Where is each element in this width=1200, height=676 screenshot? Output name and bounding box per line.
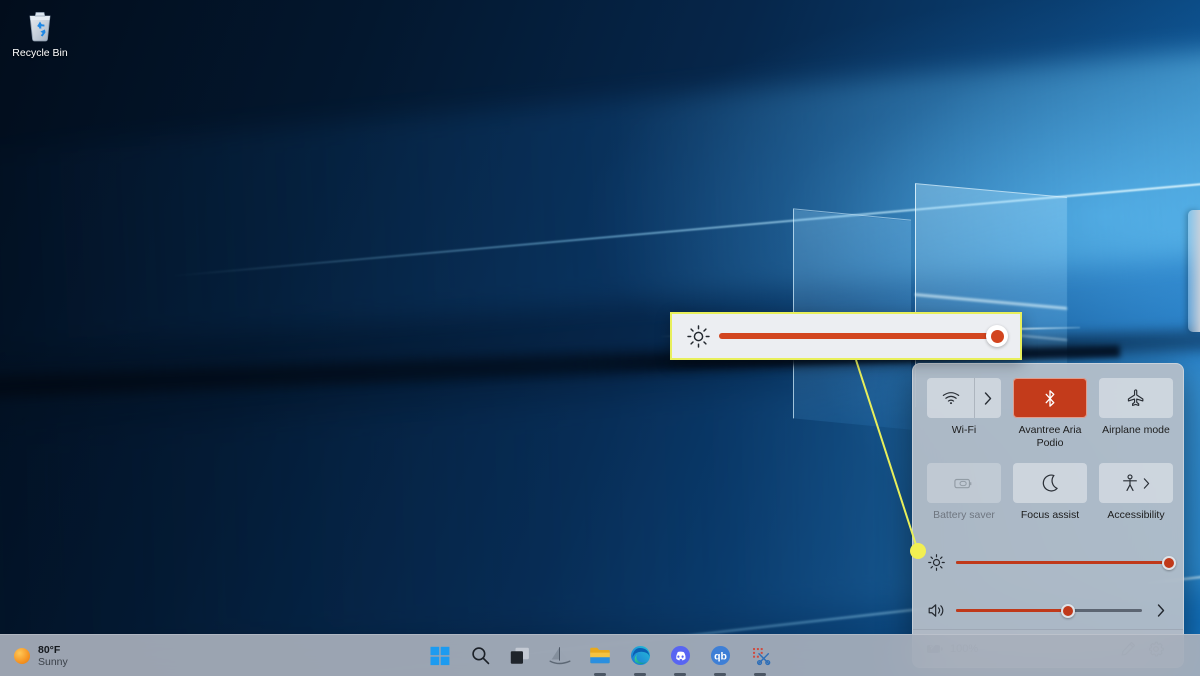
brightness-slider-magnified-callout [670, 312, 1022, 360]
chevron-right-icon [1143, 477, 1150, 489]
desktop-icon-recycle-bin[interactable]: Recycle Bin [4, 4, 76, 63]
volume-icon [927, 603, 945, 618]
brightness-slider-track[interactable] [956, 555, 1176, 570]
tile-accessibility: Accessibility [1099, 463, 1173, 522]
tile-bluetooth: Avantree Aria Podio [1013, 378, 1087, 449]
folder-icon [590, 647, 610, 664]
windows-logo-icon [430, 646, 450, 665]
desktop-icon-label: Recycle Bin [12, 47, 68, 59]
svg-text:qb: qb [714, 651, 727, 663]
airplane-icon [1127, 389, 1144, 406]
accessibility-tile-button[interactable] [1099, 463, 1173, 503]
focus-assist-tile-label: Focus assist [1020, 509, 1080, 521]
battery-saver-tile-button[interactable] [927, 463, 1001, 503]
wallpaper-beam-top-glow [0, 40, 1200, 357]
taskbar-microsoft-edge[interactable] [627, 643, 653, 676]
brightness-callout-fill [719, 333, 1006, 339]
discord-icon [670, 645, 690, 666]
taskbar-search-button[interactable] [467, 643, 493, 669]
sailboat-icon [549, 646, 571, 664]
running-indicator [674, 673, 686, 676]
tile-focus-assist: Focus assist [1013, 463, 1087, 522]
wifi-tile-button[interactable] [927, 378, 1001, 418]
brightness-slider-thumb[interactable] [1162, 555, 1176, 570]
bluetooth-icon [1045, 389, 1055, 407]
taskbar-app-icons: qb [0, 643, 1200, 676]
moon-icon [1042, 474, 1058, 492]
brightness-icon [927, 554, 945, 571]
snipping-tool-icon [752, 648, 770, 666]
tile-row-2: Battery saver Focus assist Accessibility [927, 463, 1173, 522]
running-indicator [754, 673, 766, 676]
qbittorrent-icon: qb [710, 645, 730, 666]
accessibility-icon [1123, 474, 1137, 492]
running-indicator [594, 673, 606, 676]
taskbar: 80°F Sunny qb [0, 634, 1200, 676]
chevron-right-icon [984, 391, 992, 405]
accessibility-tile-label: Accessibility [1107, 509, 1165, 521]
tile-battery-saver: Battery saver [927, 463, 1001, 522]
wifi-icon [942, 392, 959, 405]
search-icon [471, 647, 489, 665]
bluetooth-tile-label: Avantree Aria Podio [1018, 424, 1082, 449]
wallpaper-beam-top-edge [172, 179, 1200, 278]
airplane-mode-tile-button[interactable] [1099, 378, 1173, 418]
battery-saver-icon [954, 478, 972, 488]
taskbar-start-button[interactable] [427, 643, 453, 669]
wifi-toggle[interactable] [927, 378, 975, 418]
brightness-icon [685, 324, 711, 348]
volume-slider-track[interactable] [956, 603, 1142, 618]
battery-saver-tile-label: Battery saver [933, 509, 995, 521]
bluetooth-tile-button[interactable] [1013, 378, 1087, 418]
brightness-slider-row [927, 542, 1176, 584]
quick-settings-panel: Wi-Fi Avantree Aria Podio Airplane mode … [912, 363, 1184, 668]
taskbar-file-explorer[interactable] [587, 643, 613, 676]
taskbar-task-view-button[interactable] [507, 643, 533, 669]
recycle-bin-icon [22, 8, 58, 44]
volume-expand-button[interactable] [1153, 604, 1169, 617]
volume-slider-fill [956, 609, 1068, 612]
volume-slider-thumb[interactable] [1060, 603, 1075, 618]
tile-row-1: Wi-Fi Avantree Aria Podio Airplane mode [927, 378, 1173, 449]
brightness-callout-thumb[interactable] [986, 325, 1008, 347]
tile-airplane-mode: Airplane mode [1099, 378, 1173, 449]
quick-settings-tiles: Wi-Fi Avantree Aria Podio Airplane mode … [913, 364, 1183, 532]
taskbar-snipping-tool[interactable] [747, 643, 773, 676]
brightness-callout-track[interactable] [719, 325, 1008, 347]
volume-slider-row [927, 590, 1169, 632]
taskbar-discord[interactable] [667, 643, 693, 676]
tile-wifi: Wi-Fi [927, 378, 1001, 449]
airplane-mode-tile-label: Airplane mode [1102, 424, 1170, 436]
brightness-slider-fill [956, 561, 1169, 564]
task-view-icon [510, 647, 529, 664]
screen-edge-scrollbar[interactable] [1188, 210, 1200, 332]
wallpaper-pane-right-stripe [915, 293, 1067, 310]
running-indicator [634, 673, 646, 676]
wifi-expand-button[interactable] [975, 378, 1001, 418]
chevron-right-icon [1157, 604, 1165, 617]
running-indicator [714, 673, 726, 676]
taskbar-qbittorrent[interactable]: qb [707, 643, 733, 676]
focus-assist-tile-button[interactable] [1013, 463, 1087, 503]
wifi-tile-label: Wi-Fi [951, 424, 977, 436]
taskbar-app-sailboat[interactable] [547, 643, 573, 669]
quick-settings-sliders [913, 532, 1183, 640]
edge-icon [630, 645, 650, 666]
